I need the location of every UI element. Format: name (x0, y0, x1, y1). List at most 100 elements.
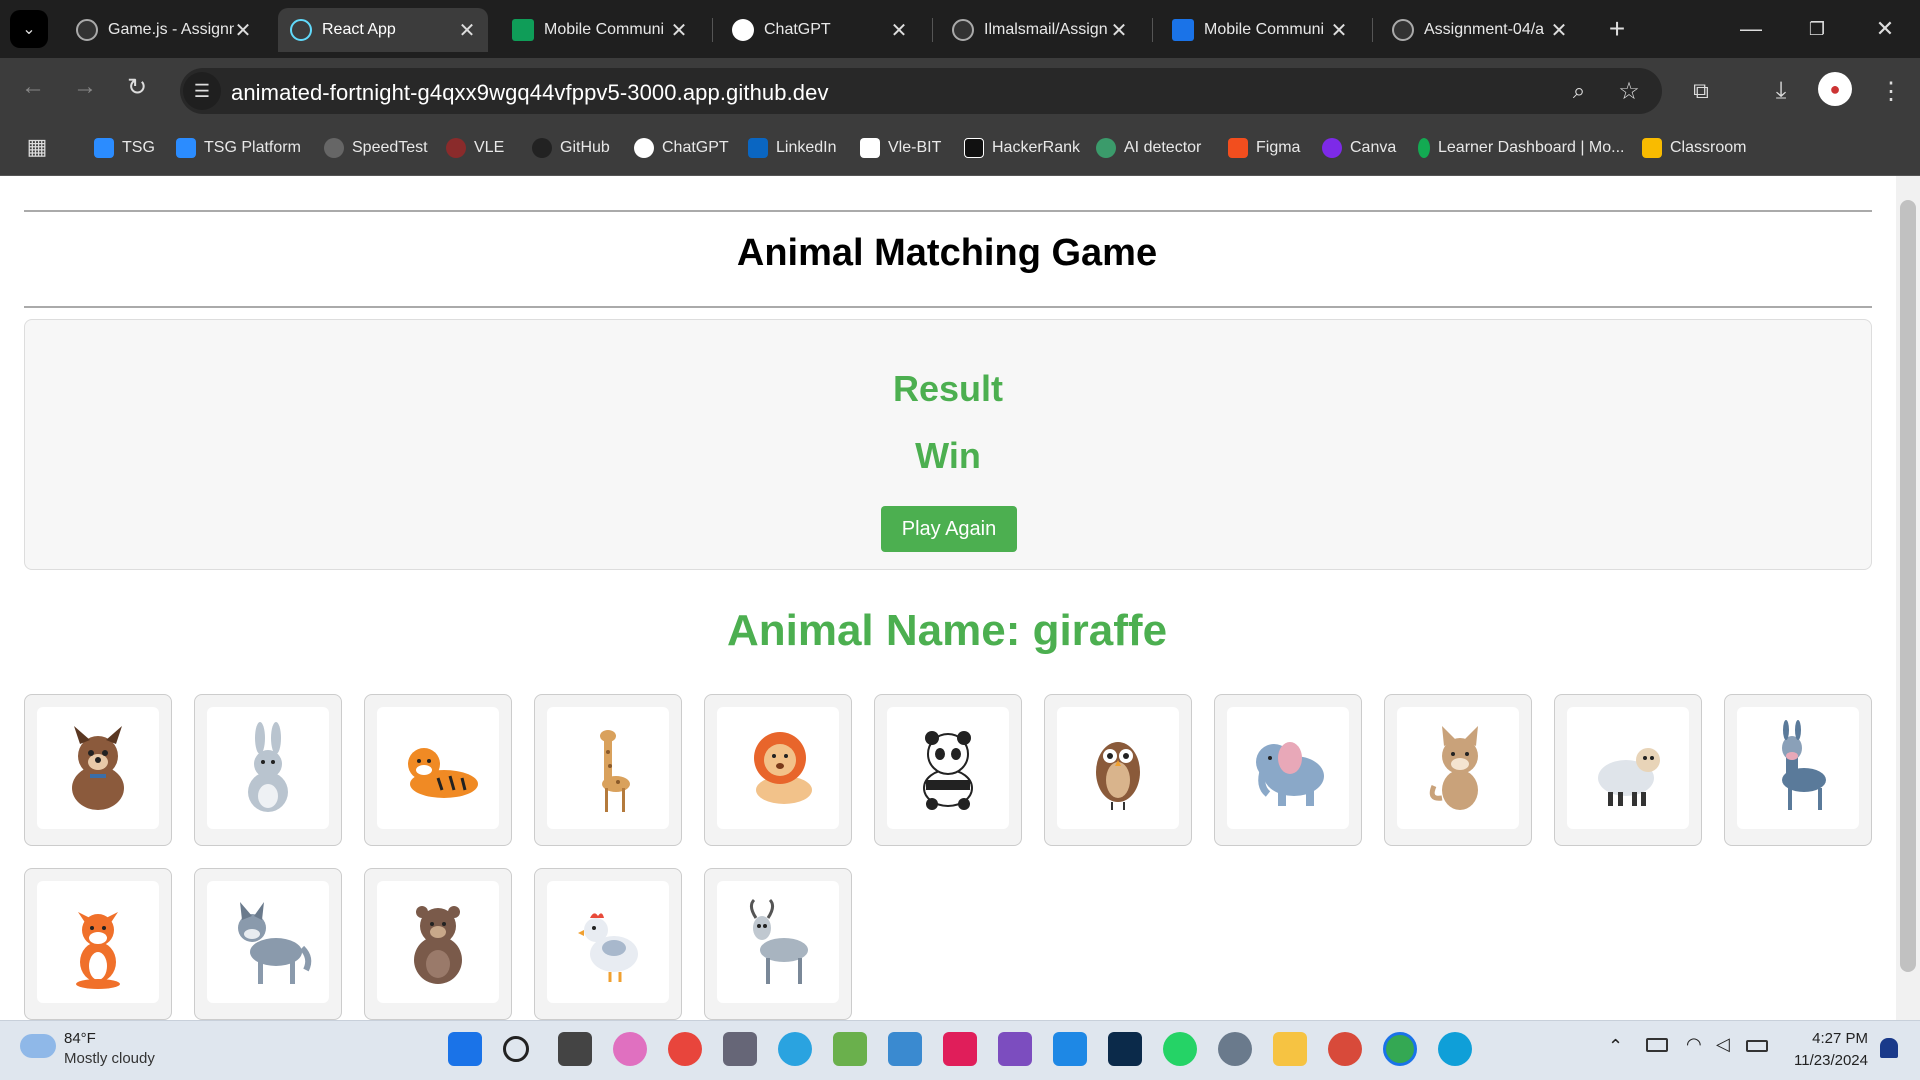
bookmark-linkedin[interactable]: LinkedIn (748, 138, 837, 158)
owl-app-icon[interactable] (1328, 1032, 1362, 1066)
telegram-icon[interactable] (778, 1032, 812, 1066)
github-icon (532, 138, 552, 158)
download-icon[interactable]: ⤓ (1762, 72, 1800, 110)
minimize-icon[interactable]: — (1718, 0, 1784, 58)
zoom-icon[interactable]: ⌕ (1560, 72, 1598, 110)
play-again-button[interactable]: Play Again (881, 506, 1017, 552)
bookmark-tsg-platform[interactable]: TSG Platform (176, 138, 301, 158)
linkedin-icon (748, 138, 768, 158)
bookmark-figma[interactable]: Figma (1228, 138, 1300, 158)
chrome-active-icon[interactable] (1383, 1032, 1417, 1066)
bookmark-speedtest[interactable]: SpeedTest (324, 138, 428, 158)
clock-date[interactable]: 11/23/2024 (1778, 1052, 1868, 1069)
window-close-icon[interactable]: ✕ (1852, 0, 1918, 58)
bookmark-star-icon[interactable]: ☆ (1610, 72, 1648, 110)
copilot-icon[interactable] (613, 1032, 647, 1066)
animal-card-dog[interactable] (24, 694, 172, 846)
visual-studio-icon[interactable] (998, 1032, 1032, 1066)
lion-icon (754, 732, 812, 804)
bookmark-learner-dashboard[interactable]: Learner Dashboard | Mo... (1418, 138, 1624, 158)
contacts-icon (1172, 19, 1194, 41)
tab-assignment-04[interactable]: Assignment-04/a ✕ (1380, 8, 1580, 52)
notification-bell-icon[interactable] (1880, 1038, 1898, 1058)
reload-icon[interactable]: ↻ (118, 68, 156, 106)
close-icon[interactable]: ✕ (1550, 18, 1568, 43)
animal-card-elephant[interactable] (1214, 694, 1362, 846)
scrollbar-thumb[interactable] (1900, 200, 1916, 972)
animal-card-lion[interactable] (704, 694, 852, 846)
close-icon[interactable]: ✕ (1330, 18, 1348, 43)
bookmark-canva[interactable]: Canva (1322, 138, 1396, 158)
close-icon[interactable]: ✕ (234, 18, 252, 43)
animal-card-cat[interactable] (1384, 694, 1532, 846)
site-info-icon[interactable]: ☰ (183, 72, 221, 110)
notepad-icon[interactable] (888, 1032, 922, 1066)
tab-mobile-communi-1[interactable]: Mobile Communi ✕ (500, 8, 700, 52)
menu-kebab-icon[interactable]: ⋮ (1872, 72, 1910, 110)
tab-search-chevron-icon[interactable]: ⌄ (10, 10, 48, 48)
chrome-icon[interactable] (668, 1032, 702, 1066)
animal-card-panda[interactable] (874, 694, 1022, 846)
close-icon[interactable]: ✕ (1110, 18, 1128, 43)
apps-grid-icon[interactable]: ▦ (18, 128, 56, 166)
close-icon[interactable]: ✕ (890, 18, 908, 43)
extensions-icon[interactable]: ⧉ (1682, 72, 1720, 110)
tab-game-js[interactable]: Game.js - Assignm ✕ (64, 8, 264, 52)
animal-card-hen[interactable] (534, 868, 682, 1020)
bookmark-github[interactable]: GitHub (532, 138, 610, 158)
photoshop-icon[interactable] (1108, 1032, 1142, 1066)
animal-card-rabbit[interactable] (194, 694, 342, 846)
animal-card-goat[interactable] (704, 868, 852, 1020)
camera-icon[interactable] (723, 1032, 757, 1066)
keyboard-icon[interactable] (1646, 1038, 1668, 1052)
tab-mobile-communi-2[interactable]: Mobile Communi ✕ (1160, 8, 1360, 52)
animal-card-donkey[interactable] (1724, 694, 1872, 846)
animal-card-bear[interactable] (364, 868, 512, 1020)
bookmark-vle-bit[interactable]: Vle-BIT (860, 138, 941, 158)
bookmark-hackerrank[interactable]: HackerRank (964, 138, 1080, 158)
close-icon[interactable]: ✕ (458, 18, 476, 43)
wifi-icon[interactable]: ◠ (1686, 1034, 1702, 1055)
url-text[interactable]: animated-fortnight-g4qxx9wgq44vfppv5-300… (231, 80, 829, 106)
animal-card-giraffe[interactable] (534, 694, 682, 846)
vscode-icon[interactable] (1053, 1032, 1087, 1066)
animal-card-tiger[interactable] (364, 694, 512, 846)
slack-icon[interactable] (943, 1032, 977, 1066)
animal-card-owl[interactable] (1044, 694, 1192, 846)
back-icon[interactable]: ← (14, 68, 52, 106)
file-explorer-icon[interactable] (1273, 1032, 1307, 1066)
weather-description[interactable]: Mostly cloudy (64, 1050, 155, 1067)
tab-chatgpt[interactable]: ChatGPT ✕ (720, 8, 920, 52)
volume-icon[interactable]: ◁ (1716, 1034, 1730, 1055)
tab-react-app[interactable]: React App ✕ (278, 8, 488, 52)
animal-card-sheep[interactable] (1554, 694, 1702, 846)
animal-name-heading: Animal Name: giraffe (726, 606, 1168, 655)
settings-gear-icon[interactable] (1218, 1032, 1252, 1066)
weather-icon[interactable] (20, 1034, 56, 1058)
battery-icon[interactable] (1746, 1040, 1768, 1052)
tab-ilmalsmail-assign[interactable]: Ilmalsmail/Assign ✕ (940, 8, 1140, 52)
forward-icon[interactable]: → (66, 68, 104, 106)
edge-icon[interactable] (1438, 1032, 1472, 1066)
bookmark-classroom[interactable]: Classroom (1642, 138, 1746, 158)
animal-card-fox[interactable] (24, 868, 172, 1020)
weather-temperature[interactable]: 84°F (64, 1030, 96, 1047)
bookmark-ai-detector[interactable]: AI detector (1096, 138, 1201, 158)
task-view-icon[interactable] (558, 1032, 592, 1066)
search-icon[interactable] (503, 1036, 529, 1062)
clock-time[interactable]: 4:27 PM (1778, 1030, 1868, 1047)
chatgpt-icon (732, 19, 754, 41)
hackerrank-icon (964, 138, 984, 158)
animal-card-wolf[interactable] (194, 868, 342, 1020)
close-icon[interactable]: ✕ (670, 18, 688, 43)
tray-overflow-icon[interactable]: ⌃ (1608, 1036, 1623, 1057)
profile-avatar[interactable]: ● (1818, 72, 1852, 106)
bookmark-vle[interactable]: VLE (446, 138, 504, 158)
start-windows-icon[interactable] (448, 1032, 482, 1066)
restore-icon[interactable]: ❐ (1784, 0, 1850, 58)
new-tab-icon[interactable]: + (1598, 10, 1636, 48)
whatsapp-icon[interactable] (1163, 1032, 1197, 1066)
bookmark-chatgpt[interactable]: ChatGPT (634, 138, 729, 158)
paint-icon[interactable] (833, 1032, 867, 1066)
bookmark-tsg[interactable]: TSG (94, 138, 155, 158)
